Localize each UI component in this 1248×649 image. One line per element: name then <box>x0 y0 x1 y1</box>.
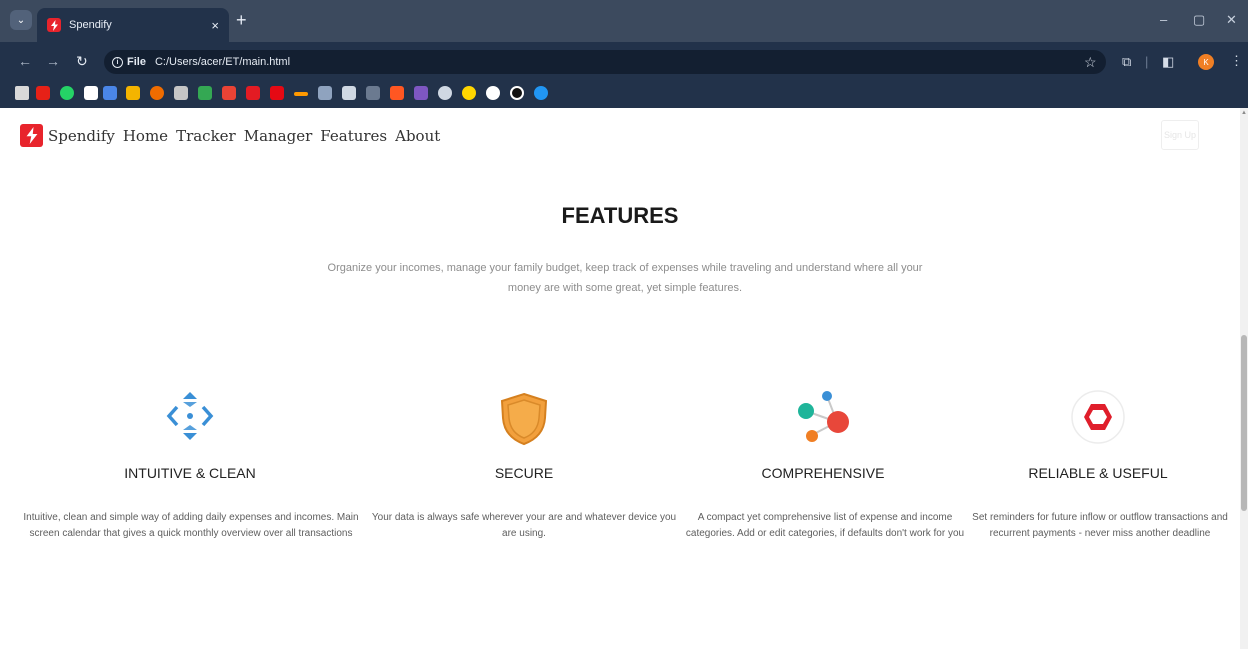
spendify-logo-icon[interactable] <box>20 124 43 147</box>
tab-search-button[interactable]: ⌄ <box>10 10 32 30</box>
molecule-icon <box>798 391 849 442</box>
bookmark-gmail-icon[interactable] <box>174 86 188 100</box>
bookmark-site-icon[interactable] <box>103 86 117 100</box>
back-arrow-icon[interactable]: ← <box>18 54 32 68</box>
feature-title-secure: SECURE <box>494 465 554 481</box>
bookmark-site-icon[interactable] <box>534 86 548 100</box>
close-window-icon[interactable]: ✕ <box>1226 12 1237 28</box>
avatar-initial: K <box>1203 57 1209 67</box>
bookmark-whatsapp-icon[interactable] <box>60 86 74 100</box>
bookmark-site-icon[interactable] <box>366 86 380 100</box>
bookmark-site-icon[interactable] <box>342 86 356 100</box>
bookmark-netflix-icon[interactable] <box>270 86 284 100</box>
feature-text-intuitive: Intuitive, clean and simple way of addin… <box>23 512 359 539</box>
reload-icon[interactable]: ↻ <box>76 54 88 68</box>
new-tab-button[interactable]: + <box>236 11 247 29</box>
chevron-down-icon: ⌄ <box>16 14 26 26</box>
bookmark-drive-icon[interactable] <box>126 86 140 100</box>
bookmark-site-icon[interactable] <box>150 86 164 100</box>
bookmark-site-icon[interactable] <box>390 86 404 100</box>
scrollbar-thumb[interactable] <box>1241 335 1247 511</box>
info-icon: i <box>112 56 123 68</box>
forward-arrow-icon[interactable]: → <box>46 54 60 68</box>
feature-text-reliable: Set reminders for future inflow or outfl… <box>972 512 1228 539</box>
bookmark-star-icon[interactable]: ☆ <box>1084 54 1097 71</box>
spendify-favicon-icon <box>47 18 61 32</box>
move-arrows-icon <box>166 392 214 440</box>
nav-link-home[interactable]: Home <box>123 127 168 145</box>
tab-title: Spendify <box>69 19 112 31</box>
shield-icon <box>500 392 548 446</box>
bookmark-site-icon[interactable] <box>510 86 524 100</box>
features-heading: FEATURES <box>561 203 679 228</box>
more-menu-icon[interactable]: ⋮ <box>1230 53 1243 69</box>
bookmark-amazon-icon[interactable] <box>294 92 308 96</box>
bookmark-github-icon[interactable] <box>486 86 500 100</box>
bookmark-site-icon[interactable] <box>462 86 476 100</box>
scroll-up-icon[interactable]: ▲ <box>1241 110 1247 116</box>
bookmark-sheets-icon[interactable] <box>198 86 212 100</box>
bookmark-site-icon[interactable] <box>318 86 332 100</box>
nav-link-about[interactable]: About <box>395 127 440 145</box>
browser-tab[interactable]: Spendify × <box>37 8 229 42</box>
profile-avatar[interactable]: K <box>1198 54 1214 70</box>
toolbar-divider: | <box>1145 54 1149 69</box>
site-info-label: File <box>127 56 146 68</box>
feature-text-comprehensive: A compact yet comprehensive list of expe… <box>685 512 965 539</box>
site-navbar: Spendify Home Tracker Manager Features A… <box>20 124 440 147</box>
nav-link-tracker[interactable]: Tracker <box>176 127 236 145</box>
extensions-puzzle-icon[interactable]: ⧉ <box>1122 54 1131 70</box>
feature-title-intuitive: INTUITIVE & CLEAN <box>124 465 256 481</box>
bookmark-site-icon[interactable] <box>414 86 428 100</box>
minimize-icon[interactable]: – <box>1160 12 1167 27</box>
feature-text-secure: Your data is always safe wherever your a… <box>371 512 677 539</box>
brand-name[interactable]: Spendify <box>48 127 115 145</box>
nav-link-features[interactable]: Features <box>320 127 387 145</box>
features-description: Organize your incomes, manage your famil… <box>327 262 923 294</box>
bookmark-site-icon[interactable] <box>84 86 98 100</box>
signup-label: Sign Up <box>1163 130 1197 140</box>
bookmark-site-icon[interactable] <box>246 86 260 100</box>
bookmark-site-icon[interactable] <box>438 86 452 100</box>
side-panel-icon[interactable]: ◧ <box>1162 54 1174 70</box>
url-text[interactable]: C:/Users/acer/ET/main.html <box>155 56 290 68</box>
bookmark-youtube-icon[interactable] <box>36 86 50 100</box>
hexagon-badge-icon <box>1071 390 1125 444</box>
bookmark-gmail-icon[interactable] <box>15 86 29 100</box>
site-info-button[interactable]: i File <box>112 56 146 68</box>
page-content <box>0 108 1240 649</box>
restore-icon[interactable]: ▢ <box>1193 12 1205 28</box>
bookmark-close-site-icon[interactable] <box>222 86 236 100</box>
nav-link-manager[interactable]: Manager <box>244 127 313 145</box>
feature-title-reliable: RELIABLE & USEFUL <box>1028 465 1168 481</box>
feature-title-comprehensive: COMPREHENSIVE <box>761 465 885 481</box>
address-bar[interactable]: i File C:/Users/acer/ET/main.html <box>104 50 1106 74</box>
close-tab-icon[interactable]: × <box>211 18 219 33</box>
signup-button[interactable]: Sign Up <box>1161 120 1199 150</box>
